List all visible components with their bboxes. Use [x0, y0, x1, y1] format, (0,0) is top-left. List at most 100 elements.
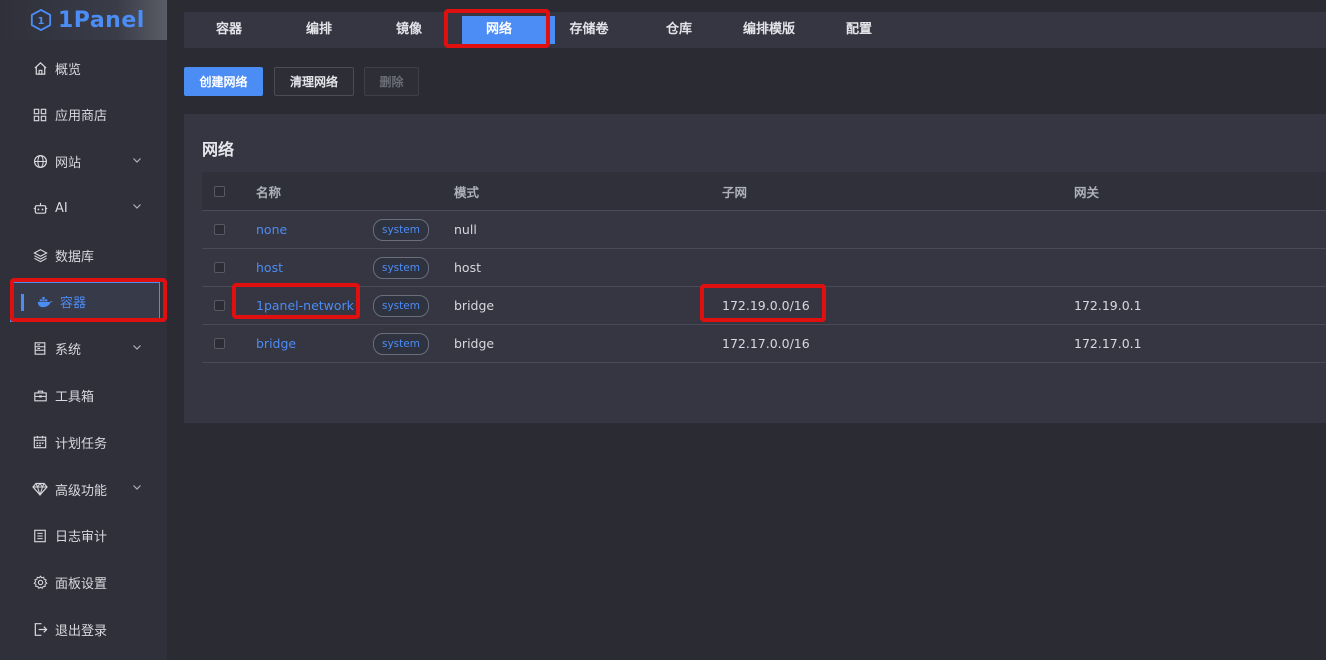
robot-icon	[32, 200, 48, 216]
sidebar-item-label: 退出登录	[55, 624, 108, 640]
create-network-button[interactable]: 创建网络	[184, 67, 263, 96]
sidebar-item-label: 工具箱	[55, 390, 95, 406]
sidebar-item-cron[interactable]: 计划任务	[10, 422, 160, 462]
tab-label: 存储卷	[569, 22, 609, 37]
network-mode: null	[454, 222, 477, 237]
sidebar-item-database[interactable]: 数据库	[10, 235, 160, 275]
tab-compose-templates[interactable]: 编排模版	[724, 12, 814, 48]
select-all-cell	[214, 172, 225, 210]
tab-label: 编排模版	[742, 22, 795, 37]
network-subnet: 172.19.0.0/16	[722, 298, 810, 313]
sidebar-item-container[interactable]: 容器	[10, 281, 160, 322]
tab-label: 编排	[305, 22, 332, 37]
globe-icon	[32, 154, 48, 170]
container-tabs: 容器 编排 镜像 网络 存储卷 仓库 编排模版 配置	[184, 12, 1326, 48]
system-tag: system	[373, 294, 429, 317]
table-row: host system host	[202, 249, 1326, 287]
network-gateway: 172.19.0.1	[1074, 298, 1142, 313]
row-checkbox[interactable]	[214, 262, 225, 273]
column-header-name[interactable]: 名称	[256, 172, 281, 210]
sidebar-item-overview[interactable]: 概览	[10, 48, 160, 88]
home-icon	[32, 60, 48, 76]
sidebar-item-label: 系统	[55, 343, 82, 359]
sidebar: 1 1Panel 概览 应用商店 网站 AI 数据库 容器 系统 工具箱 计划任…	[0, 0, 167, 660]
tab-label: 仓库	[665, 22, 692, 37]
tab-images[interactable]: 镜像	[364, 12, 454, 48]
tab-compose[interactable]: 编排	[274, 12, 364, 48]
docker-icon	[37, 294, 53, 310]
chevron-down-icon	[133, 204, 141, 210]
network-name-link[interactable]: host	[256, 249, 283, 286]
sidebar-item-label: 日志审计	[55, 530, 108, 546]
row-checkbox[interactable]	[214, 338, 225, 349]
row-checkbox-cell	[214, 211, 225, 248]
column-header-subnet[interactable]: 子网	[722, 172, 747, 210]
sidebar-nav: 概览 应用商店 网站 AI 数据库 容器 系统 工具箱 计划任务 高级功能 日志…	[10, 48, 160, 656]
sidebar-item-toolbox[interactable]: 工具箱	[10, 376, 160, 416]
tag-cell: system	[373, 325, 429, 362]
tab-containers[interactable]: 容器	[184, 12, 274, 48]
toolbox-icon	[32, 388, 48, 404]
logo-text: 1Panel	[58, 7, 145, 33]
sidebar-item-label: 面板设置	[55, 577, 108, 593]
network-name-link[interactable]: bridge	[256, 325, 296, 362]
prune-network-button[interactable]: 清理网络	[274, 67, 354, 96]
logo-icon: 1	[30, 9, 52, 31]
select-all-checkbox[interactable]	[214, 185, 225, 197]
sidebar-item-label: AI	[55, 200, 68, 216]
network-table: 名称 模式 子网 网关 none system null host system…	[202, 172, 1326, 363]
tab-network[interactable]: 网络	[454, 12, 555, 48]
chevron-down-icon	[133, 157, 141, 163]
network-mode: host	[454, 260, 481, 275]
sidebar-item-label: 计划任务	[55, 436, 108, 452]
sidebar-item-system[interactable]: 系统	[10, 329, 160, 369]
logout-icon	[32, 622, 48, 638]
tab-volumes[interactable]: 存储卷	[544, 12, 634, 48]
sidebar-item-label: 网站	[55, 156, 82, 172]
tab-repositories[interactable]: 仓库	[634, 12, 724, 48]
row-checkbox-cell	[214, 287, 225, 324]
tab-label: 配置	[845, 22, 872, 37]
sidebar-item-label: 应用商店	[55, 109, 108, 125]
logo[interactable]: 1 1Panel	[0, 0, 167, 40]
table-row: bridge system bridge 172.17.0.0/16 172.1…	[202, 325, 1326, 363]
network-subnet: 172.17.0.0/16	[722, 336, 810, 351]
table-row: 1panel-network system bridge 172.19.0.0/…	[202, 287, 1326, 325]
row-checkbox[interactable]	[214, 300, 225, 311]
network-card: 网络 名称 模式 子网 网关 none system null host sys…	[184, 114, 1326, 423]
row-checkbox-cell	[214, 325, 225, 362]
row-checkbox[interactable]	[214, 224, 225, 235]
sidebar-item-settings[interactable]: 面板设置	[10, 563, 160, 603]
row-checkbox-cell	[214, 249, 225, 286]
sidebar-item-label: 概览	[55, 62, 82, 78]
tag-cell: system	[373, 211, 429, 248]
delete-button: 删除	[364, 67, 419, 96]
network-name-link[interactable]: 1panel-network	[256, 287, 354, 324]
system-tag: system	[373, 332, 429, 355]
tab-label: 容器	[215, 22, 242, 37]
tab-label: 镜像	[395, 22, 422, 37]
chevron-down-icon	[133, 344, 141, 350]
column-header-gateway[interactable]: 网关	[1074, 172, 1099, 210]
sidebar-item-website[interactable]: 网站	[10, 142, 160, 182]
system-tag: system	[373, 256, 429, 279]
network-name-link[interactable]: none	[256, 211, 287, 248]
sidebar-item-logout[interactable]: 退出登录	[10, 610, 160, 650]
tag-cell: system	[373, 249, 429, 286]
svg-text:1: 1	[37, 16, 44, 27]
column-header-mode[interactable]: 模式	[454, 172, 479, 210]
card-title: 网络	[202, 140, 235, 159]
log-icon	[32, 528, 48, 544]
diamond-icon	[32, 481, 48, 497]
sidebar-item-ai[interactable]: AI	[10, 188, 160, 228]
tab-config[interactable]: 配置	[814, 12, 904, 48]
sidebar-item-label: 高级功能	[55, 483, 108, 499]
server-icon	[32, 341, 48, 357]
sidebar-item-app-store[interactable]: 应用商店	[10, 95, 160, 135]
sidebar-item-label: 容器	[60, 296, 87, 312]
table-header: 名称 模式 子网 网关	[202, 172, 1326, 211]
sidebar-item-logs[interactable]: 日志审计	[10, 516, 160, 556]
network-mode: bridge	[454, 336, 495, 351]
sidebar-item-advanced[interactable]: 高级功能	[10, 469, 160, 509]
gear-icon	[32, 575, 48, 591]
